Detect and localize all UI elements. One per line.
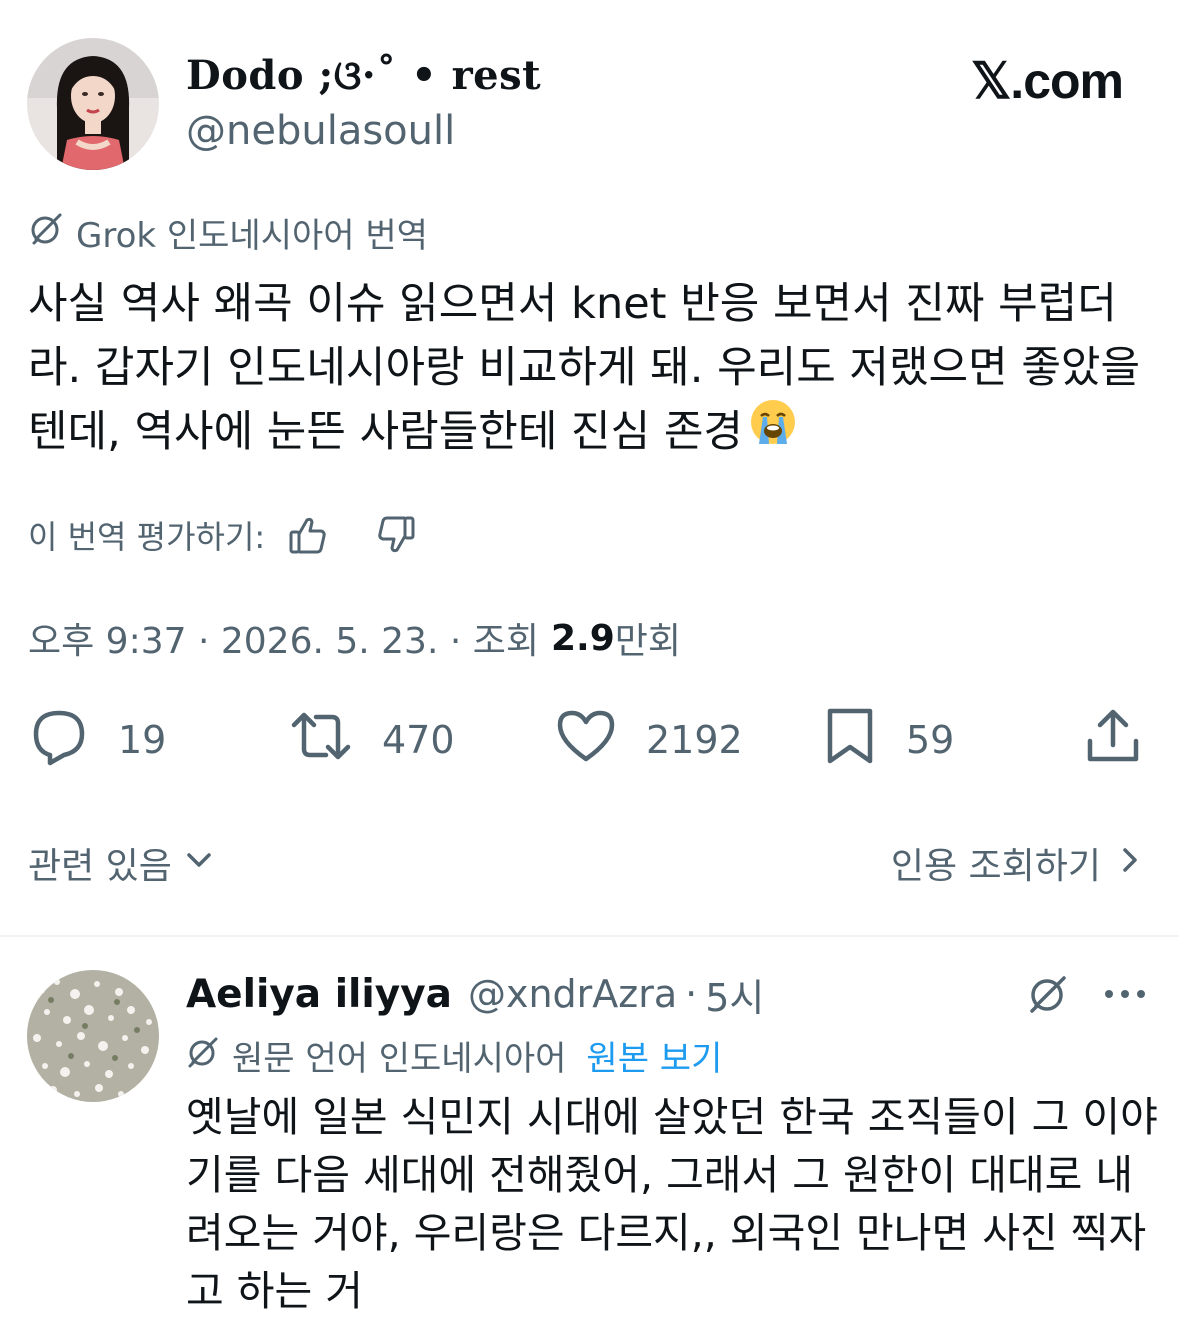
view-count: 2.9	[550, 617, 615, 659]
more-icon	[1103, 985, 1147, 1004]
author-avatar[interactable]	[27, 38, 159, 170]
thumbs-up-icon[interactable]	[287, 514, 329, 556]
like-count: 2192	[646, 718, 743, 762]
site-logo: 𝕏.com	[971, 53, 1124, 109]
view-count-unit: 만회	[614, 621, 682, 662]
bookmark-icon	[822, 705, 878, 776]
reply-text: 옛날에 일본 식민지 시대에 살았던 한국 조직들이 그 이야기를 다음 세대에…	[186, 1093, 1158, 1315]
reply-timestamp[interactable]: 5시	[705, 967, 764, 1022]
reply-grok-button[interactable]	[1024, 970, 1074, 1020]
retweet-icon	[288, 705, 354, 776]
translation-label-row: Grok 인도네시아어 번역	[28, 209, 428, 256]
reply-icon	[28, 705, 90, 776]
bookmark-button[interactable]: 59	[822, 704, 954, 776]
author-handle[interactable]: @nebulasoull	[186, 108, 455, 154]
author-display-name[interactable]: Dodo ;ଓ·˚ • rest	[186, 52, 541, 99]
reply-button[interactable]: 19	[28, 704, 166, 776]
grok-icon	[1026, 970, 1072, 1020]
translation-label: Grok 인도네시아어 번역	[76, 215, 428, 256]
reply-avatar[interactable]	[27, 970, 159, 1102]
tweet-text: 사실 역사 왜곡 이슈 읽으면서 knet 반응 보면서 진짜 부럽더라. 갑자…	[28, 272, 1158, 468]
retweet-button[interactable]: 470	[288, 704, 455, 776]
view-quotes-link[interactable]: 인용 조회하기	[891, 836, 1143, 890]
tweet-text-body: 사실 역사 왜곡 이슈 읽으면서 knet 반응 보면서 진짜 부럽더라. 갑자…	[28, 279, 1141, 457]
retweet-count: 470	[382, 718, 455, 762]
chevron-right-icon	[1117, 843, 1143, 884]
reply-author-handle[interactable]: @xndrAzra	[468, 972, 677, 1016]
reply-count: 19	[118, 718, 167, 762]
reply-language-label: 원문 언어 인도네시아어	[232, 1038, 567, 1079]
section-divider	[0, 935, 1179, 937]
view-quotes-label: 인용 조회하기	[890, 846, 1101, 887]
reply-separator: ·	[685, 972, 698, 1016]
thumbs-down-icon[interactable]	[375, 514, 417, 556]
reply-language-row: 원문 언어 인도네시아어 원본 보기	[186, 1030, 722, 1080]
tweet-meta-row: 오후 9:37 · 2026. 5. 23. · 조회 2.9 만회	[28, 612, 681, 664]
related-label: 관련 있음	[28, 846, 172, 887]
view-original-link[interactable]: 원본 보기	[586, 1031, 722, 1080]
reply-author-name[interactable]: Aeliya iliyya	[186, 972, 452, 1017]
grok-icon	[28, 209, 66, 256]
reply-header: Aeliya iliyya @xndrAzra · 5시	[186, 964, 764, 1024]
chevron-down-icon	[184, 843, 214, 884]
like-icon	[554, 705, 618, 776]
bookmark-count: 59	[906, 718, 955, 762]
rate-translation-label: 이 번역 평가하기:	[28, 518, 266, 556]
reply-more-button[interactable]	[1100, 972, 1150, 1016]
rate-translation-row: 이 번역 평가하기:	[28, 508, 417, 562]
related-toggle[interactable]: 관련 있음	[28, 836, 214, 890]
action-bar: 19 470 2192 59	[0, 704, 1179, 776]
like-button[interactable]: 2192	[554, 704, 743, 776]
share-icon	[1084, 705, 1142, 776]
crying-face-emoji	[749, 398, 797, 464]
tweet-timestamp[interactable]: 오후 9:37 · 2026. 5. 23. · 조회	[28, 612, 539, 664]
grok-icon	[186, 1033, 222, 1078]
share-button[interactable]	[1084, 704, 1142, 776]
